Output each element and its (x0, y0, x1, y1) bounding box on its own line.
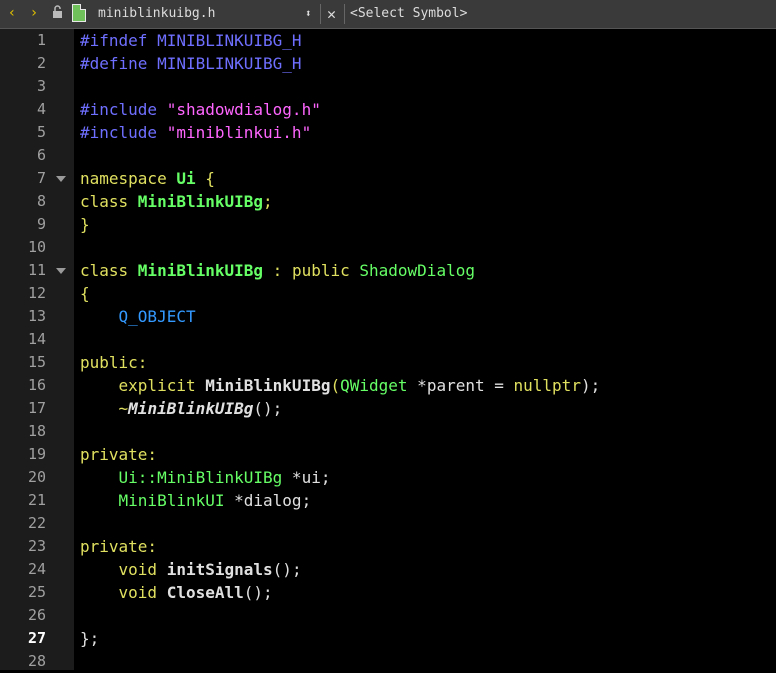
fold-toggle-icon[interactable] (56, 176, 66, 182)
line-number: 3 (36, 77, 46, 95)
line-number: 6 (36, 146, 46, 164)
code-line-13[interactable]: Q_OBJECT (80, 305, 196, 328)
line-number: 1 (36, 31, 46, 49)
forward-arrow-icon[interactable]: › (26, 3, 42, 23)
code-line-4[interactable]: #include "shadowdialog.h" (80, 98, 321, 121)
close-document-icon[interactable]: ✕ (327, 0, 336, 28)
line-number: 8 (36, 192, 46, 210)
code-line-11[interactable]: class MiniBlinkUIBg : public ShadowDialo… (80, 259, 475, 282)
line-number: 9 (36, 215, 46, 233)
code-line-1[interactable]: #ifndef MINIBLINKUIBG_H (80, 29, 302, 52)
line-number: 17 (27, 399, 46, 417)
line-number: 16 (27, 376, 46, 394)
line-number: 15 (27, 353, 46, 371)
code-line-27[interactable]: }; (80, 627, 99, 650)
open-file-selector[interactable]: miniblinkuibg.h (98, 0, 215, 28)
code-line-12[interactable]: { (80, 282, 90, 305)
line-number: 12 (27, 284, 46, 302)
code-line-7[interactable]: namespace Ui { (80, 167, 215, 190)
line-number: 4 (36, 100, 46, 118)
header-file-icon (72, 4, 86, 22)
line-number: 20 (27, 468, 46, 486)
code-line-8[interactable]: class MiniBlinkUIBg; (80, 190, 273, 213)
line-number: 25 (27, 583, 46, 601)
line-number: 26 (27, 606, 46, 624)
lock-icon[interactable] (52, 5, 66, 21)
line-number: 14 (27, 330, 46, 348)
line-number: 19 (27, 445, 46, 463)
code-line-24[interactable]: void initSignals(); (80, 558, 302, 581)
toolbar-divider (320, 4, 321, 24)
line-number: 13 (27, 307, 46, 325)
fold-column (52, 29, 74, 670)
code-line-17[interactable]: ~MiniBlinkUIBg(); (80, 397, 283, 420)
line-number: 5 (36, 123, 46, 141)
line-number: 18 (27, 422, 46, 440)
code-line-16[interactable]: explicit MiniBlinkUIBg(QWidget *parent =… (80, 374, 601, 397)
code-line-23[interactable]: private: (80, 535, 157, 558)
line-number: 2 (36, 54, 46, 72)
back-arrow-icon[interactable]: ‹ (4, 3, 20, 23)
code-line-20[interactable]: Ui::MiniBlinkUIBg *ui; (80, 466, 331, 489)
line-number: 27 (27, 629, 46, 647)
code-line-25[interactable]: void CloseAll(); (80, 581, 273, 604)
line-number: 21 (27, 491, 46, 509)
line-number: 11 (27, 261, 46, 279)
toolbar-divider (344, 4, 345, 24)
line-number: 7 (36, 169, 46, 187)
code-line-19[interactable]: private: (80, 443, 157, 466)
line-number: 22 (27, 514, 46, 532)
editor-toolbar: ‹ › miniblinkuibg.h ⬍ ✕ <Select Symbol> (0, 0, 776, 29)
code-line-21[interactable]: MiniBlinkUI *dialog; (80, 489, 312, 512)
file-switch-icon[interactable]: ⬍ (305, 0, 312, 28)
code-line-9[interactable]: } (80, 213, 90, 236)
code-line-2[interactable]: #define MINIBLINKUIBG_H (80, 52, 302, 75)
fold-toggle-icon[interactable] (56, 268, 66, 274)
line-number: 10 (27, 238, 46, 256)
line-number: 24 (27, 560, 46, 578)
code-line-5[interactable]: #include "miniblinkui.h" (80, 121, 311, 144)
symbol-selector[interactable]: <Select Symbol> (350, 0, 467, 28)
code-line-15[interactable]: public: (80, 351, 147, 374)
line-number: 23 (27, 537, 46, 555)
